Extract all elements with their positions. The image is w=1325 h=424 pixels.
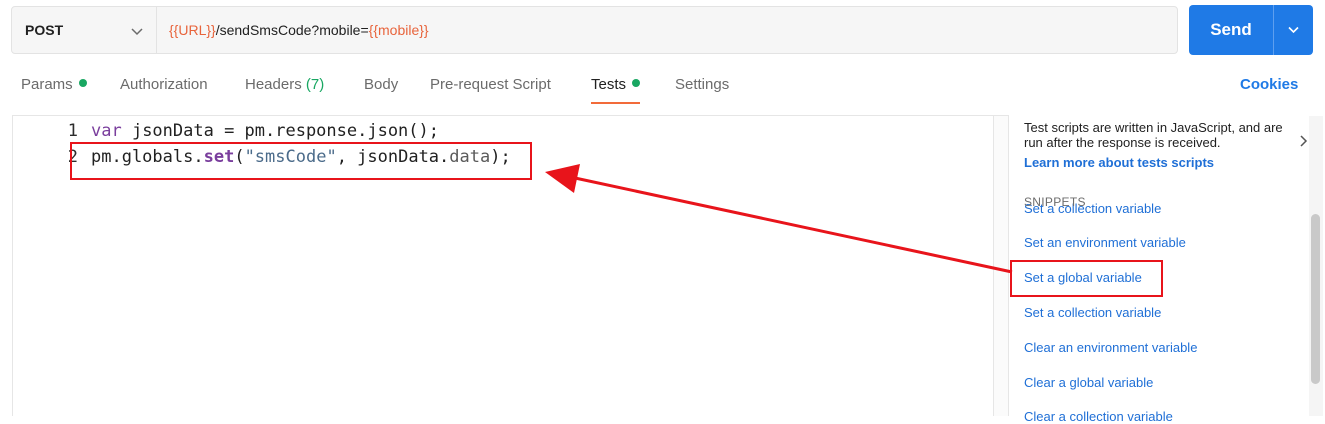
snippet-highlight-box [1010, 260, 1163, 297]
send-button-group: Send [1189, 5, 1313, 55]
method-label: POST [25, 22, 64, 38]
snippet-link[interactable]: Clear a collection variable [1024, 409, 1173, 424]
status-dot-icon [78, 79, 87, 87]
tab-tests[interactable]: Tests [591, 76, 641, 106]
line-number: 1 [67, 121, 78, 141]
url-input[interactable]: {{URL}}/sendSmsCode?mobile={{mobile}} [169, 22, 429, 38]
learn-more-link[interactable]: Learn more about tests scripts [1024, 155, 1214, 170]
chevron-down-icon [1288, 26, 1299, 34]
tab-label: Body [364, 76, 399, 93]
chevron-right-icon[interactable] [1298, 134, 1308, 148]
request-bar: POST {{URL}}/sendSmsCode?mobile={{mobile… [11, 6, 1178, 54]
send-options-button[interactable] [1274, 5, 1313, 55]
cookies-link[interactable]: Cookies [1240, 76, 1298, 93]
chevron-down-icon [131, 28, 143, 36]
tab-settings[interactable]: Settings [675, 76, 729, 106]
tab-params[interactable]: Params [21, 76, 87, 106]
status-dot-icon [632, 79, 641, 87]
tab-count-badge: (7) [301, 76, 325, 93]
method-select[interactable]: POST [12, 7, 157, 53]
tab-label: Authorization [120, 76, 208, 93]
tab-authorization[interactable]: Authorization [120, 76, 208, 106]
tab-label: Settings [675, 76, 730, 93]
snippet-link[interactable]: Set an environment variable [1024, 235, 1186, 250]
panel-scrollbar-thumb[interactable] [1311, 214, 1320, 384]
url-variable: {{mobile}} [368, 22, 429, 38]
code-text: var jsonData = pm.response.json(); [91, 121, 439, 141]
tab-body[interactable]: Body [364, 76, 398, 106]
tab-label: Tests [591, 76, 627, 93]
tab-label: Headers [245, 76, 302, 93]
snippet-link[interactable]: Clear a global variable [1024, 375, 1153, 390]
url-path: /sendSmsCode?mobile= [215, 22, 369, 38]
tab-label: Pre-request Script [430, 76, 551, 93]
editor-scrollbar[interactable] [993, 115, 1009, 416]
tab-headers[interactable]: Headers (7) [245, 76, 324, 106]
tab-label: Params [21, 76, 73, 93]
url-variable: {{URL}} [169, 22, 216, 38]
snippet-link[interactable]: Set a collection variable [1024, 305, 1161, 320]
tab-pre-request-script[interactable]: Pre-request Script [430, 76, 551, 106]
tests-description: Test scripts are written in JavaScript, … [1024, 120, 1283, 150]
snippets-heading: SNIPPETS [1024, 195, 1086, 209]
send-button[interactable]: Send [1189, 5, 1273, 55]
line-number: 2 [67, 147, 78, 167]
code-highlight-box [70, 142, 532, 180]
snippet-link[interactable]: Clear an environment variable [1024, 340, 1197, 355]
